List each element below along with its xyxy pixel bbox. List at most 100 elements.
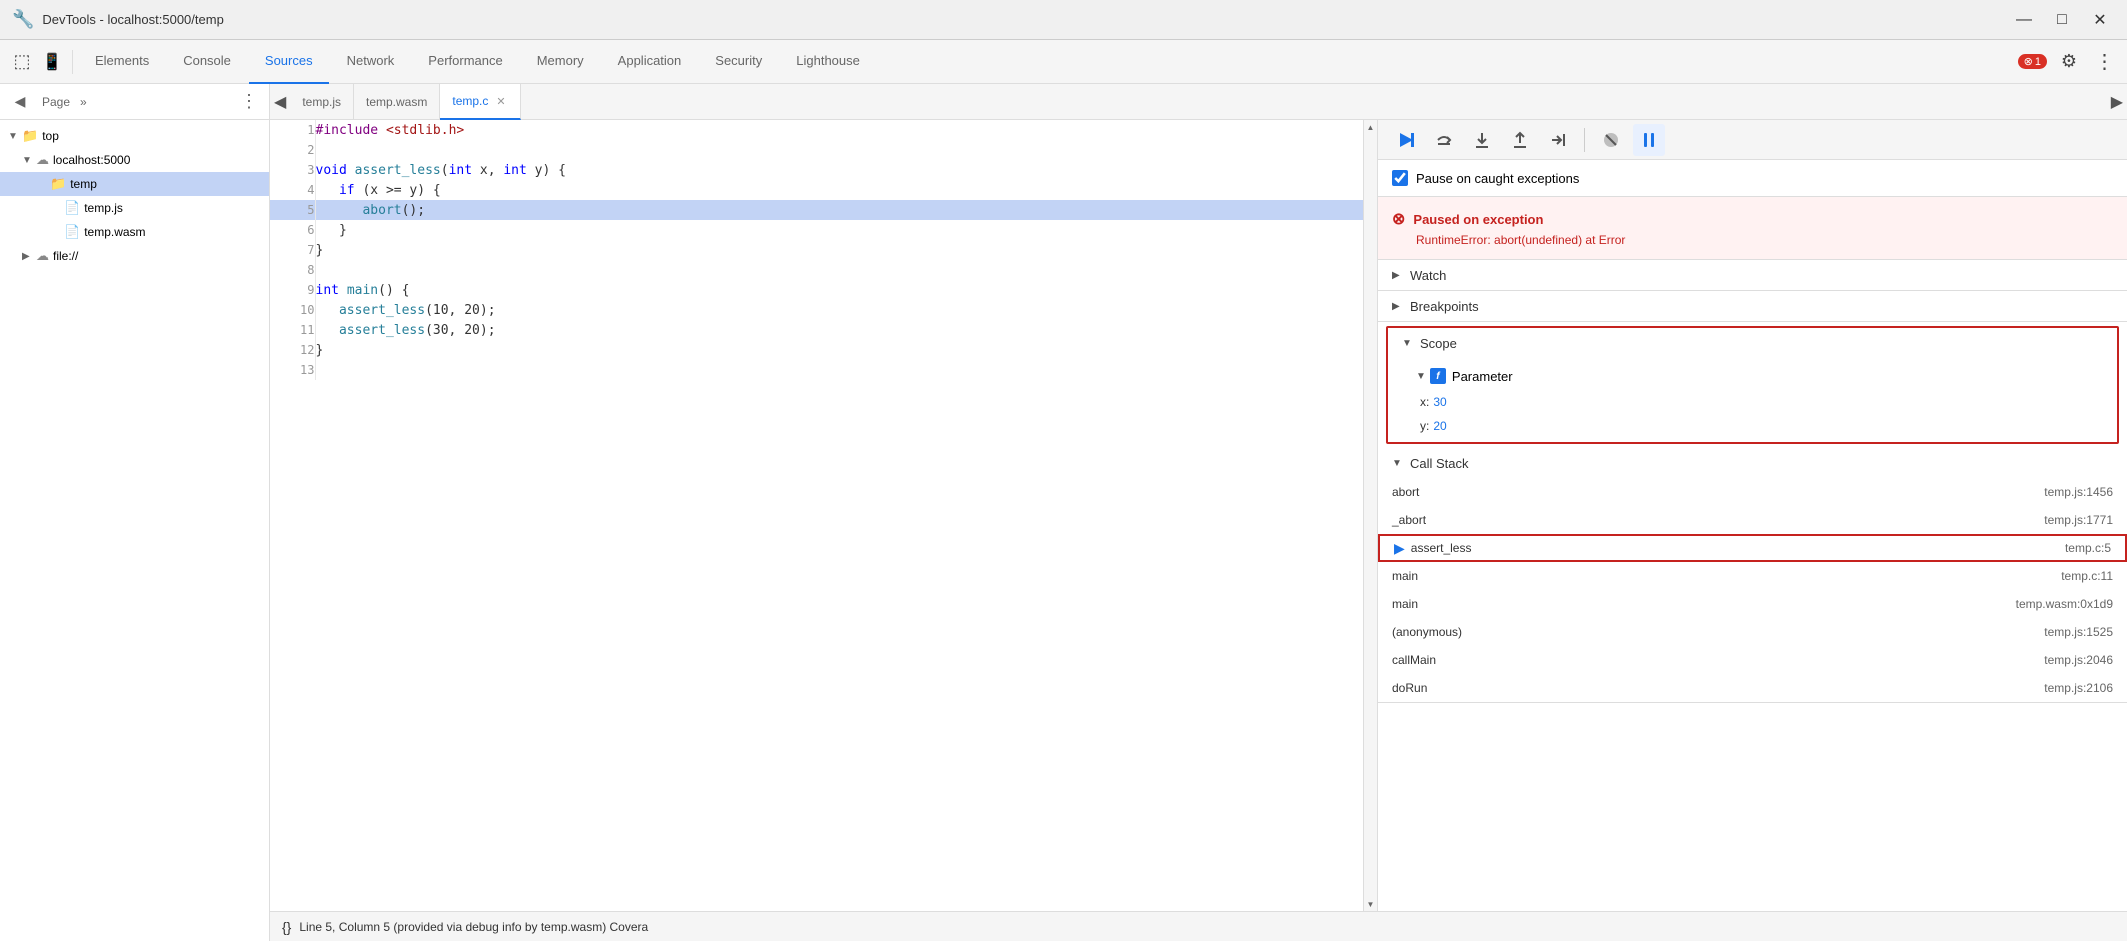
tab-performance[interactable]: Performance [412, 40, 518, 84]
tree-item-top[interactable]: ▼ 📁 top [0, 124, 269, 148]
breakpoints-arrow: ▶ [1392, 301, 1404, 312]
code-line-12: 12 } [270, 340, 1363, 360]
scroll-track[interactable] [1364, 134, 1377, 897]
call-stack-doRun[interactable]: doRun temp.js:2106 [1378, 674, 2127, 702]
file-tab-tempc[interactable]: temp.c ✕ [440, 84, 520, 120]
close-tab-button[interactable]: ✕ [494, 94, 507, 109]
code-line-13: 13 [270, 360, 1363, 380]
sidebar-more-button[interactable]: ⋮ [237, 90, 261, 114]
call-stack-assert_less[interactable]: ▶ assert_less temp.c:5 [1378, 534, 2127, 562]
pause-exceptions-checkbox[interactable] [1392, 170, 1408, 186]
step-over-button[interactable] [1428, 124, 1460, 156]
scroll-down-arrow[interactable]: ▼ [1364, 897, 1378, 911]
devtools-icon: 🔧 [12, 9, 34, 30]
tab-application[interactable]: Application [602, 40, 698, 84]
file-nav-left[interactable]: ◀ [270, 88, 290, 116]
tab-sources[interactable]: Sources [249, 40, 329, 84]
parameter-header[interactable]: ▼ f Parameter [1388, 362, 2117, 390]
arrow-assert_less: ▶ [1394, 540, 1405, 557]
file-nav-right[interactable]: ▶ [2107, 88, 2127, 116]
tree-item-tempjs[interactable]: 📄 temp.js [0, 196, 269, 220]
step-out-button[interactable] [1504, 124, 1536, 156]
file-tab-tempwasm[interactable]: temp.wasm [354, 84, 440, 120]
file-tab-bar: ◀ temp.js temp.wasm temp.c ✕ ▶ [270, 84, 2127, 120]
cs-name-doRun: doRun [1392, 681, 1427, 695]
tree-item-file[interactable]: ▶ ☁ file:// [0, 244, 269, 268]
pause-exceptions-row: Pause on caught exceptions [1378, 160, 2127, 197]
tree-label-localhost: localhost:5000 [53, 153, 130, 167]
devtools-body: ◀ Page » ⋮ ▼ 📁 top ▼ ☁ localhost:5000 [0, 84, 2127, 941]
step-button[interactable] [1542, 124, 1574, 156]
inspect-element-button[interactable]: ⬚ [8, 48, 36, 76]
cs-loc-doRun: temp.js:2106 [2044, 681, 2113, 695]
code-line-3: 3 void assert_less(int x, int y) { [270, 160, 1363, 180]
cs-name-_abort: _abort [1392, 513, 1426, 527]
tab-console[interactable]: Console [167, 40, 247, 84]
breakpoints-header[interactable]: ▶ Breakpoints [1378, 291, 2127, 321]
tree-item-temp[interactable]: 📁 temp [0, 172, 269, 196]
code-editor[interactable]: 1 #include <stdlib.h> 2 3 void assert_le… [270, 120, 1363, 911]
close-button[interactable]: ✕ [2085, 10, 2115, 30]
call-stack-main-c[interactable]: main temp.c:11 [1378, 562, 2127, 590]
error-circle-icon: ⊗ [1392, 209, 1405, 229]
tab-lighthouse[interactable]: Lighthouse [780, 40, 876, 84]
parameter-label: Parameter [1452, 369, 1513, 384]
call-stack-abort[interactable]: abort temp.js:1456 [1378, 478, 2127, 506]
code-table: 1 #include <stdlib.h> 2 3 void assert_le… [270, 120, 1363, 380]
minimize-button[interactable]: — [2009, 10, 2039, 30]
cs-name-assert_less: ▶ assert_less [1394, 540, 1471, 557]
deactivate-breakpoints-button[interactable] [1595, 124, 1627, 156]
settings-button[interactable]: ⚙ [2055, 48, 2083, 76]
sidebar-tree: ▼ 📁 top ▼ ☁ localhost:5000 📁 temp [0, 120, 269, 941]
code-editor-area: 1 #include <stdlib.h> 2 3 void assert_le… [270, 120, 1377, 911]
file-tab-tempjs[interactable]: temp.js [290, 84, 354, 120]
titlebar-controls: — □ ✕ [2009, 10, 2115, 30]
titlebar: 🔧 DevTools - localhost:5000/temp — □ ✕ [0, 0, 2127, 40]
device-toolbar-button[interactable]: 📱 [38, 48, 66, 76]
call-stack-list: abort temp.js:1456 _abort temp.js:1771 [1378, 478, 2127, 702]
tree-item-localhost[interactable]: ▼ ☁ localhost:5000 [0, 148, 269, 172]
tree-label-file: file:// [53, 249, 78, 263]
step-into-button[interactable] [1466, 124, 1498, 156]
code-line-1: 1 #include <stdlib.h> [270, 120, 1363, 140]
tab-security[interactable]: Security [699, 40, 778, 84]
sidebar-collapse-button[interactable]: ◀ [8, 90, 32, 114]
resume-button[interactable] [1390, 124, 1422, 156]
folder-icon-top: 📁 [22, 128, 38, 144]
tab-memory[interactable]: Memory [521, 40, 600, 84]
arrow-localhost: ▼ [22, 155, 36, 166]
right-scroll-area[interactable]: Pause on caught exceptions ⊗ Paused on e… [1378, 160, 2127, 911]
cs-loc-main-c: temp.c:11 [2061, 569, 2113, 583]
cs-loc-main-wasm: temp.wasm:0x1d9 [2016, 597, 2113, 611]
watch-header[interactable]: ▶ Watch [1378, 260, 2127, 290]
code-line-5: 5 abort(); [270, 200, 1363, 220]
code-line-10: 10 assert_less(10, 20); [270, 300, 1363, 320]
tab-network[interactable]: Network [331, 40, 411, 84]
code-line-6: 6 } [270, 220, 1363, 240]
scope-label: Scope [1420, 336, 1457, 351]
code-line-11: 11 assert_less(30, 20); [270, 320, 1363, 340]
file-tab-label-tempjs: temp.js [302, 95, 341, 109]
call-stack-_abort[interactable]: _abort temp.js:1771 [1378, 506, 2127, 534]
scroll-up-arrow[interactable]: ▲ [1364, 120, 1378, 134]
main-tab-bar: ⬚ 📱 Elements Console Sources Network Per… [0, 40, 2127, 84]
arrow-file: ▶ [22, 251, 36, 262]
call-stack-header[interactable]: ▼ Call Stack [1378, 448, 2127, 478]
cs-loc-_abort: temp.js:1771 [2044, 513, 2113, 527]
tab-elements[interactable]: Elements [79, 40, 165, 84]
titlebar-title: DevTools - localhost:5000/temp [42, 12, 2001, 27]
maximize-button[interactable]: □ [2047, 10, 2077, 30]
scope-x-value: 30 [1433, 395, 1446, 409]
pause-on-exceptions-button[interactable] [1633, 124, 1665, 156]
code-scrollbar[interactable]: ▲ ▼ [1363, 120, 1377, 911]
call-stack-anonymous[interactable]: (anonymous) temp.js:1525 [1378, 618, 2127, 646]
cs-name-main-c: main [1392, 569, 1418, 583]
more-options-button[interactable]: ⋮ [2091, 48, 2119, 76]
tree-item-tempwasm[interactable]: 📄 temp.wasm [0, 220, 269, 244]
scope-x-row: x: 30 [1388, 390, 2117, 414]
call-stack-main-wasm[interactable]: main temp.wasm:0x1d9 [1378, 590, 2127, 618]
toolbar-right-icons: ⊗1 ⚙ ⋮ [2018, 48, 2119, 76]
scope-inner: ▼ f Parameter x: 30 y: [1388, 358, 2117, 442]
scope-header[interactable]: ▼ Scope [1388, 328, 2117, 358]
call-stack-callMain[interactable]: callMain temp.js:2046 [1378, 646, 2127, 674]
